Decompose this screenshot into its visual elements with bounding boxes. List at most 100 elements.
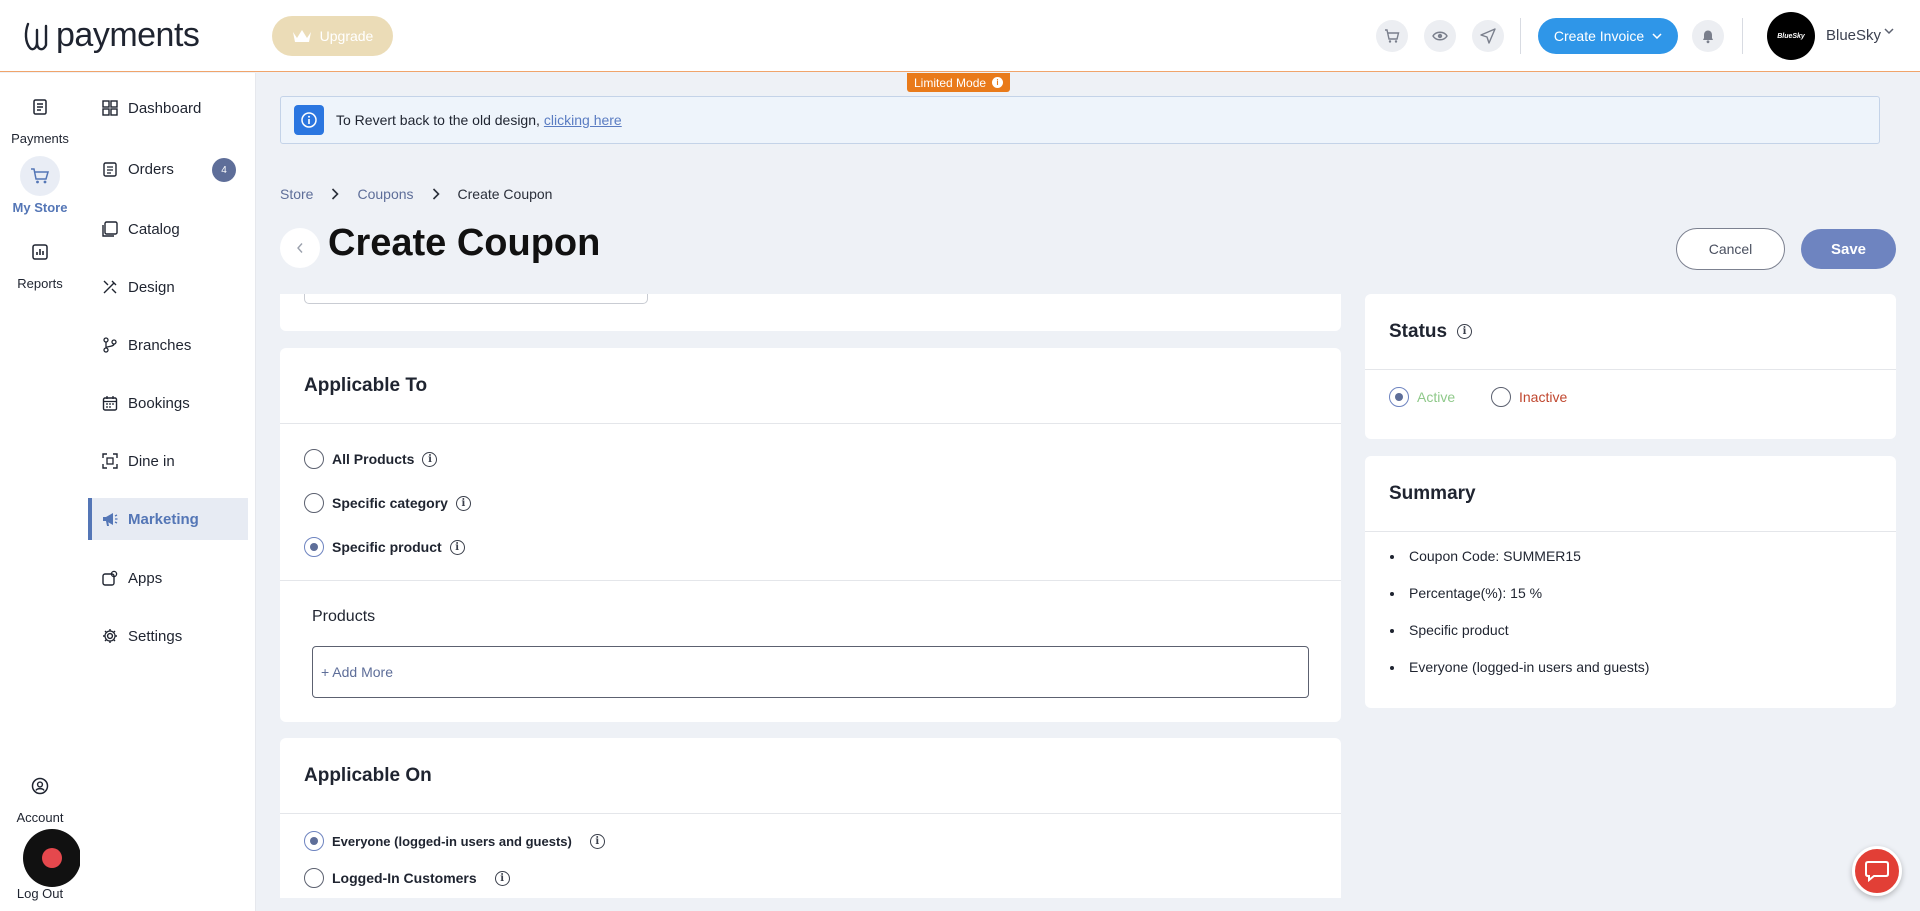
option-all-products[interactable]: All Products i bbox=[304, 449, 438, 469]
info-icon[interactable]: i bbox=[455, 495, 471, 511]
option-everyone[interactable]: Everyone (logged-in users and guests) i bbox=[304, 831, 605, 851]
sidebar-item-apps[interactable]: Apps bbox=[88, 557, 248, 599]
app-rail: Payments My Store Reports Account Log Ou… bbox=[0, 73, 80, 911]
notifications-button[interactable] bbox=[1692, 20, 1724, 52]
radio-button[interactable] bbox=[1491, 387, 1511, 407]
breadcrumb-coupons[interactable]: Coupons bbox=[357, 186, 413, 202]
chat-button[interactable] bbox=[1852, 846, 1902, 896]
gear-icon bbox=[103, 629, 117, 643]
info-icon[interactable]: i bbox=[422, 451, 438, 467]
status-inactive-option[interactable]: Inactive bbox=[1491, 387, 1567, 407]
option-label: Logged-In Customers bbox=[332, 870, 477, 886]
rail-item-account[interactable]: Account bbox=[0, 766, 80, 825]
upgrade-button[interactable]: Upgrade bbox=[272, 16, 393, 56]
radio-button-selected[interactable] bbox=[304, 537, 324, 557]
cart-icon bbox=[1385, 29, 1400, 43]
record-button[interactable] bbox=[23, 829, 81, 887]
sidebar-item-catalog[interactable]: Catalog bbox=[88, 208, 248, 250]
applicable-to-card: Applicable To All Products i Specific ca… bbox=[280, 348, 1341, 722]
cancel-button[interactable]: Cancel bbox=[1676, 228, 1785, 270]
sidebar-item-label: Marketing bbox=[128, 510, 199, 528]
sidebar-item-marketing[interactable]: Marketing bbox=[88, 498, 248, 540]
status-inactive-label: Inactive bbox=[1519, 389, 1568, 405]
sidebar-item-design[interactable]: Design bbox=[88, 266, 248, 308]
sidebar-item-branches[interactable]: Branches bbox=[88, 324, 248, 366]
chevron-down-icon[interactable] bbox=[1884, 28, 1894, 35]
radio-button[interactable] bbox=[304, 449, 324, 469]
limited-mode-badge[interactable]: Limited Mode i bbox=[907, 73, 1011, 92]
radio-button[interactable] bbox=[304, 868, 324, 888]
products-label: Products bbox=[312, 608, 376, 625]
option-label: All Products bbox=[332, 451, 415, 467]
status-card: Status i Active Inactive bbox=[1365, 294, 1896, 439]
info-icon[interactable]: i bbox=[589, 833, 605, 849]
clipboard-icon bbox=[103, 162, 117, 177]
design-icon bbox=[103, 280, 117, 294]
preview-button[interactable] bbox=[1424, 20, 1456, 52]
notice-text: To Revert back to the old design, bbox=[336, 112, 540, 128]
rail-item-my-store[interactable]: My Store bbox=[0, 156, 80, 215]
breadcrumb-store[interactable]: Store bbox=[280, 186, 313, 202]
revert-design-link[interactable]: clicking here bbox=[544, 112, 622, 128]
user-name[interactable]: BlueSky bbox=[1826, 27, 1881, 44]
summary-card: Summary Coupon Code: SUMMER15 Percentage… bbox=[1365, 456, 1896, 708]
account-label: Account bbox=[16, 810, 64, 825]
radio-button-selected[interactable] bbox=[304, 831, 324, 851]
rail-item-payments[interactable]: Payments bbox=[0, 87, 80, 146]
info-icon[interactable]: i bbox=[494, 870, 510, 886]
avatar[interactable]: BlueSky bbox=[1767, 12, 1815, 60]
qr-icon bbox=[102, 453, 118, 469]
store-cart-button[interactable] bbox=[1376, 20, 1408, 52]
breadcrumb-current: Create Coupon bbox=[457, 186, 553, 202]
status-active-option[interactable]: Active bbox=[1389, 387, 1455, 407]
info-icon[interactable]: i bbox=[449, 539, 465, 555]
option-specific-product[interactable]: Specific product i bbox=[304, 537, 465, 557]
chat-bubble-icon bbox=[1865, 861, 1889, 883]
applicable-on-title: Applicable On bbox=[280, 738, 1341, 814]
logout-label: Log Out bbox=[16, 886, 64, 901]
sidebar-item-label: Branches bbox=[128, 336, 192, 354]
option-label: Specific category bbox=[332, 495, 448, 511]
sidebar-item-settings[interactable]: Settings bbox=[88, 615, 248, 657]
info-icon[interactable]: i bbox=[1457, 324, 1473, 339]
chevron-right-icon bbox=[432, 188, 440, 200]
create-invoice-button[interactable]: Create Invoice bbox=[1538, 18, 1678, 54]
logout-link[interactable]: Log Out bbox=[0, 886, 80, 901]
page-title: Create Coupon bbox=[328, 222, 601, 264]
top-bar: payments Upgrade Create Invoice BlueSky … bbox=[0, 0, 1920, 72]
create-invoice-label: Create Invoice bbox=[1553, 28, 1645, 44]
card-title: Applicable To bbox=[304, 374, 428, 396]
scrolled-input-field[interactable] bbox=[304, 294, 648, 304]
add-more-products-field[interactable]: + Add More bbox=[312, 646, 1309, 698]
rail-item-label: Payments bbox=[11, 131, 69, 146]
sidebar-item-label: Bookings bbox=[128, 394, 190, 412]
sidebar-item-label: Dashboard bbox=[128, 99, 202, 117]
megaphone-icon bbox=[103, 513, 118, 526]
catalog-icon bbox=[102, 221, 118, 237]
radio-button-selected[interactable] bbox=[1389, 387, 1409, 407]
upgrade-label: Upgrade bbox=[319, 28, 374, 44]
option-specific-category[interactable]: Specific category i bbox=[304, 493, 471, 513]
option-logged-in-customers[interactable]: Logged-In Customers i bbox=[304, 868, 510, 888]
chevron-left-icon bbox=[297, 243, 303, 253]
bell-icon bbox=[1703, 30, 1713, 44]
sidebar-item-orders[interactable]: Orders 4 bbox=[88, 148, 248, 190]
logo[interactable]: payments bbox=[24, 16, 200, 55]
status-active-label: Active bbox=[1417, 389, 1456, 405]
sidebar-item-bookings[interactable]: Bookings bbox=[88, 382, 248, 424]
back-button[interactable] bbox=[280, 228, 320, 268]
account-icon bbox=[20, 766, 60, 806]
applicable-on-card: Applicable On Everyone (logged-in users … bbox=[280, 738, 1341, 898]
summary-item: Specific product bbox=[1405, 622, 1649, 638]
info-icon: i bbox=[992, 77, 1004, 88]
save-button[interactable]: Save bbox=[1801, 229, 1896, 269]
crown-icon bbox=[292, 30, 311, 42]
rail-item-reports[interactable]: Reports bbox=[0, 232, 80, 291]
option-label: Everyone (logged-in users and guests) bbox=[332, 833, 572, 849]
dashboard-icon bbox=[102, 100, 118, 116]
radio-button[interactable] bbox=[304, 493, 324, 513]
breadcrumb: Store Coupons Create Coupon bbox=[280, 186, 552, 202]
send-button[interactable] bbox=[1472, 20, 1504, 52]
sidebar-item-dine-in[interactable]: Dine in bbox=[88, 440, 248, 482]
sidebar-item-dashboard[interactable]: Dashboard bbox=[88, 87, 248, 129]
